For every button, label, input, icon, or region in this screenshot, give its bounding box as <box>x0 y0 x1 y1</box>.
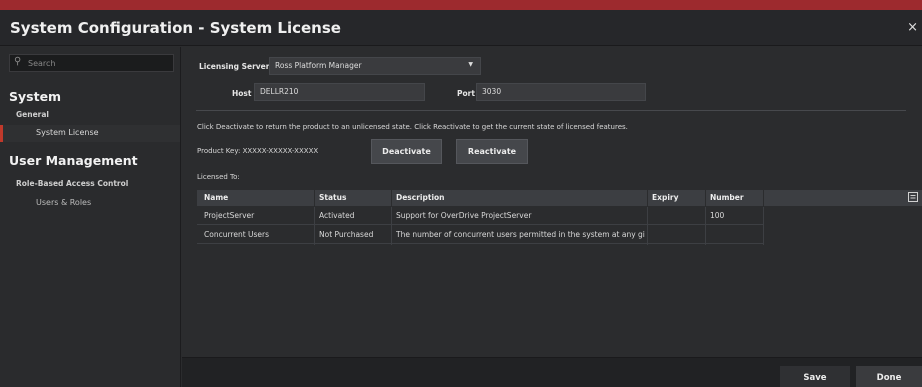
export-icon[interactable] <box>907 191 919 203</box>
port-label: Port <box>457 89 475 98</box>
sidebar-item-users-roles[interactable]: Users & Roles <box>0 195 180 212</box>
product-key: Product Key: XXXXX-XXXXX-XXXXX <box>197 147 319 155</box>
licensing-server-label: Licensing Server <box>199 62 270 71</box>
column-separator <box>391 190 392 206</box>
reactivate-button[interactable]: Reactivate <box>456 139 528 164</box>
deactivate-button[interactable]: Deactivate <box>371 139 442 164</box>
sidebar-item-system-license[interactable]: System License <box>0 125 180 142</box>
chevron-down-icon: ▼ <box>468 61 473 68</box>
done-button[interactable]: Done <box>856 366 922 387</box>
search-icon: ⚲ <box>14 56 22 67</box>
column-separator <box>647 190 648 206</box>
cell-description: The number of concurrent users permitted… <box>396 230 645 239</box>
table-grid-line <box>705 207 706 245</box>
license-instructions: Click Deactivate to return the product t… <box>197 123 628 131</box>
column-separator <box>763 190 764 206</box>
table-grid-line <box>391 207 392 245</box>
top-accent-bar <box>0 0 922 10</box>
table-grid-line <box>647 207 648 245</box>
close-icon[interactable]: × <box>907 20 918 35</box>
table-row[interactable]: ProjectServer Activated Support for Over… <box>197 207 763 225</box>
section-header-system: System <box>9 89 62 104</box>
divider <box>196 110 906 111</box>
licensing-server-value: Ross Platform Manager <box>275 61 362 70</box>
table-header: Name Status Description Expiry Number <box>197 190 922 206</box>
table-grid-line <box>763 207 764 245</box>
search-box[interactable]: ⚲ <box>9 54 174 72</box>
sidebar: ⚲ System General System License User Man… <box>0 47 181 387</box>
cell-status: Activated <box>319 211 355 220</box>
cell-name: Concurrent Users <box>204 230 270 239</box>
cell-name: ProjectServer <box>204 211 255 220</box>
licensing-server-select[interactable]: Ross Platform Manager ▼ <box>269 57 481 75</box>
group-header-general: General <box>16 110 49 119</box>
column-header-status[interactable]: Status <box>319 193 346 202</box>
cell-description: Support for OverDrive ProjectServer <box>396 211 532 220</box>
column-header-name[interactable]: Name <box>204 193 228 202</box>
footer-bar: Save Done <box>182 357 922 387</box>
licensed-to-label: Licensed To: <box>197 173 240 181</box>
window-title: System Configuration - System License <box>10 19 341 37</box>
column-header-description[interactable]: Description <box>396 193 445 202</box>
section-header-user-management: User Management <box>9 153 138 168</box>
title-bar: System Configuration - System License × <box>0 10 922 46</box>
cell-status: Not Purchased <box>319 230 374 239</box>
port-field[interactable]: 3030 <box>476 83 646 101</box>
column-separator <box>314 190 315 206</box>
table-row[interactable]: Concurrent Users Not Purchased The numbe… <box>197 226 763 244</box>
save-button[interactable]: Save <box>780 366 850 387</box>
column-separator <box>705 190 706 206</box>
column-header-expiry[interactable]: Expiry <box>652 193 679 202</box>
host-field[interactable]: DELLR210 <box>254 83 425 101</box>
search-input[interactable] <box>28 57 168 70</box>
group-header-rbac: Role-Based Access Control <box>16 179 129 188</box>
host-label: Host <box>232 89 252 98</box>
table-grid-line <box>314 207 315 245</box>
cell-number: 100 <box>710 211 725 220</box>
column-header-number[interactable]: Number <box>710 193 744 202</box>
